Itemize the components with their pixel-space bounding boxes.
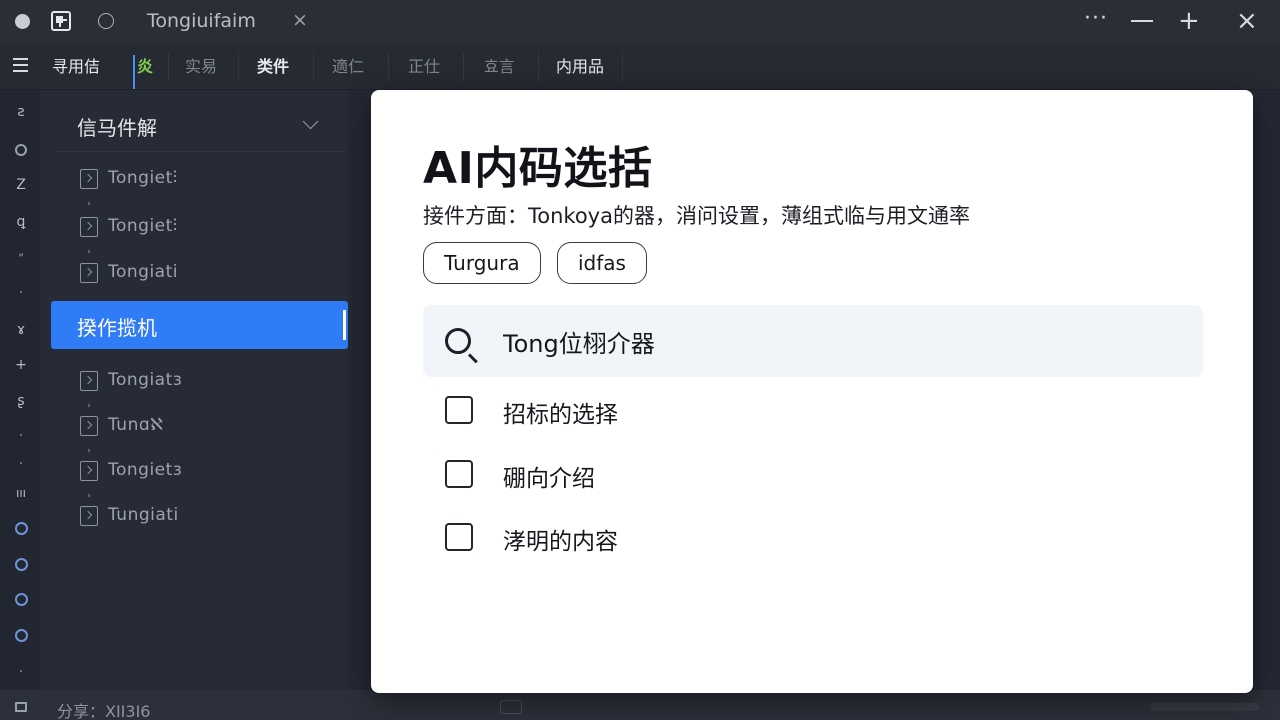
dialog-subtitle: 接件方面：Tonkoya的器，消问设置，薄组式临与用文通率 [423,204,970,228]
app-menu-dot-icon[interactable] [15,14,30,29]
menu-divider [238,52,239,82]
panel-divider [56,151,346,152]
rail-search-icon[interactable] [15,144,27,156]
rail-divider [20,462,22,464]
menu-item-2[interactable]: 实易 [185,54,217,80]
rail-source-icon[interactable]: Z [11,177,31,193]
rail-divider [20,670,22,672]
menu-active-indicator [133,55,135,89]
file-name: Tongietɜ [108,460,183,480]
rail-extensions-icon[interactable]: ꙵ [11,251,31,270]
rail-account-icon[interactable] [15,629,28,642]
more-options-icon[interactable]: ··· [1084,4,1108,34]
file-name: Tungiati [108,505,179,525]
file-icon [80,263,98,283]
menu-item-0[interactable]: 寻用佶 [52,54,100,80]
app-logo-icon [51,11,71,31]
rail-account-icon[interactable] [15,522,28,535]
file-item[interactable]: Tongietɜ [56,450,346,497]
active-indicator [343,310,346,340]
rail-stats-icon[interactable]: ııı [11,486,31,500]
file-icon [80,461,98,481]
menu-divider [388,52,389,82]
option-item[interactable]: 招标的选择 [445,390,945,430]
chip-0[interactable]: Turgura [423,242,541,284]
status-badge-icon [500,700,522,714]
option-label: 硼向介绍 [503,466,595,492]
status-ring-icon [98,13,114,29]
file-item[interactable]: Tongiet⫶ [56,158,346,205]
menu-item-1[interactable]: 炎 [137,54,153,80]
menu-divider [538,52,539,82]
rail-tools-icon[interactable]: ɤ [11,322,31,338]
rail-divider [20,434,22,436]
file-icon [80,506,98,526]
file-icon [80,169,98,189]
rail-sync-icon[interactable]: ʂ [11,393,31,409]
file-name: Tongiati [108,262,178,282]
menu-item-7[interactable]: 内用品 [556,54,604,80]
file-item-active[interactable]: 揆作揽机 [51,301,348,349]
menu-divider [622,52,623,82]
menu-item-4[interactable]: 適仁 [332,54,364,80]
file-name: Tongiet⫶ [108,168,178,188]
file-item[interactable]: Tunɑℵ [56,405,346,452]
search-icon [445,328,471,354]
hamburger-menu-icon[interactable] [13,58,28,76]
menu-divider [313,52,314,82]
dialog-title: AI内码选括 [423,143,653,194]
menu-item-5[interactable]: 正仕 [408,54,440,80]
menu-divider [463,52,464,82]
app-window: Tongiuifaim × ··· + × 寻用佶 炎 实易 类件 適仁 正仕 … [0,0,1280,720]
tab-close-icon[interactable]: × [292,9,308,31]
rail-account-icon[interactable] [15,593,28,606]
maximize-icon[interactable]: + [1178,6,1200,36]
status-indicator [1150,703,1260,711]
active-file-name: 揆作揽机 [77,316,157,340]
file-item[interactable]: Tongiet⫶ [56,206,346,253]
menu-item-6[interactable]: 효言 [484,54,515,80]
menu-divider [168,52,169,82]
checkbox[interactable] [445,523,473,551]
file-name: Tunɑℵ [108,415,164,435]
rail-debug-icon[interactable]: ꝗ [11,214,31,230]
explorer-header: 信马件解 [77,116,157,140]
checkbox[interactable] [445,396,473,424]
file-name: Tongiet⫶ [108,216,178,236]
search-box[interactable] [423,305,1203,377]
minimize-icon[interactable] [1131,20,1153,22]
option-item[interactable]: 硼向介绍 [445,454,945,494]
file-icon [80,416,98,436]
file-item[interactable]: Tongiati [56,252,346,294]
rail-divider [20,291,22,293]
file-item[interactable]: Tongiatɜ [56,360,346,407]
option-item[interactable]: 涍明的内容 [445,517,945,557]
option-label: 招标的选择 [503,402,618,428]
status-bar [0,690,1280,720]
file-item[interactable]: Tungiati [56,495,346,537]
rail-account-icon[interactable] [15,558,28,571]
file-name: Tongiatɜ [108,370,183,390]
terminal-icon[interactable] [15,702,27,712]
close-window-icon[interactable]: × [1236,6,1258,36]
option-label: 涍明的内容 [503,529,618,555]
file-icon [80,217,98,237]
rail-add-icon[interactable]: + [11,357,31,373]
tree-guide [88,202,90,205]
selection-dialog: AI内码选括 接件方面：Tonkoya的器，消问设置，薄组式临与用文通率 Tur… [371,90,1253,693]
search-input[interactable] [503,321,1183,361]
menu-item-3[interactable]: 类件 [257,54,289,80]
status-text: 分享：XII3I6 [57,702,151,720]
rail-explorer-icon[interactable]: ƨ [11,104,31,120]
checkbox[interactable] [445,460,473,488]
file-icon [80,371,98,391]
window-tab-title[interactable]: Tongiuifaim [147,10,256,32]
chip-1[interactable]: idfas [557,242,647,284]
